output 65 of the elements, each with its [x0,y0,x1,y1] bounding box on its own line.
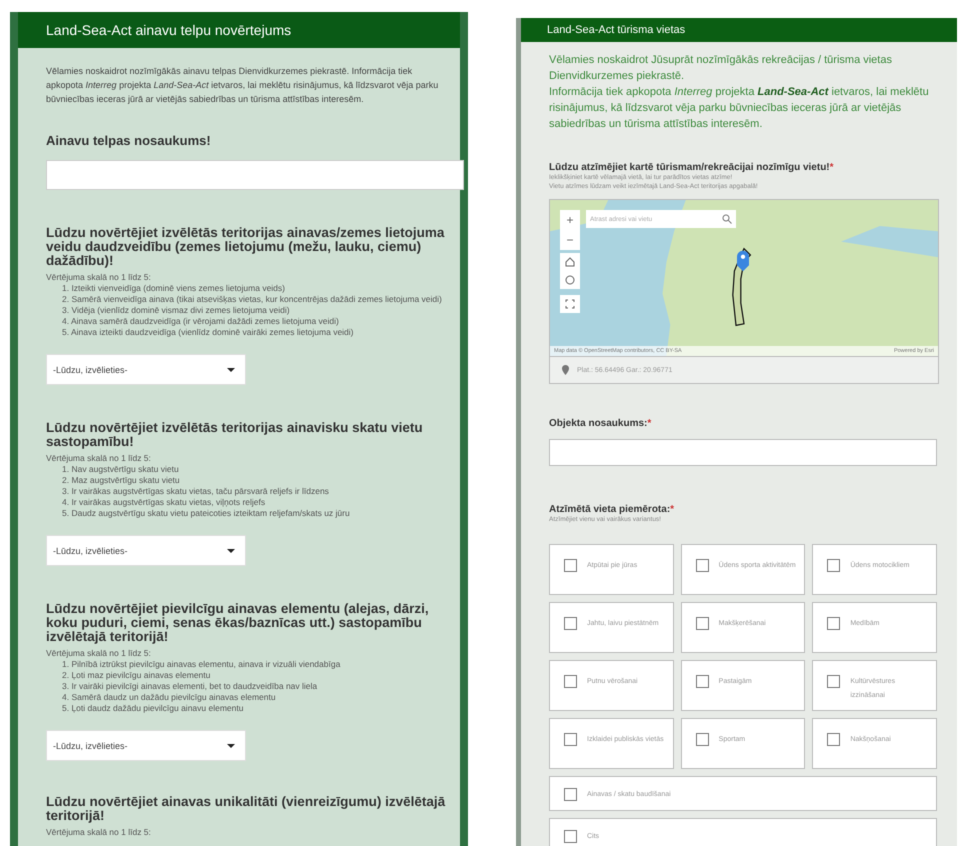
scale-label: Vērtējuma skalā no 1 līdz 5: [46,648,152,659]
fullscreen-button[interactable] [560,295,580,313]
checkbox[interactable] [564,733,577,746]
caret-icon [227,548,235,552]
caret-icon [227,368,235,372]
locate-icon [565,275,575,285]
question-title: Lūdzu atzīmējiet kartē tūrismam/rekreācijai nozīmīgu vietu!* [549,162,835,173]
scale-option: 4. Ainava samērā daudzveidīga (ir vērojami dažādi zemes lietojuma veidi) [46,316,450,327]
caret-icon [227,744,235,748]
scale-option: 3. Ir vairāki pievilcīgi ainavas elementi, bet to daudzveidība nav liela [46,681,450,692]
checkbox[interactable] [564,559,577,572]
scale-label: Vērtējuma skalā no 1 līdz 5: [46,272,152,283]
checkbox[interactable] [827,617,840,630]
scale-option: 4. Ir vairākas augstvērtīgas skatu vietas, viļņots reljefs [46,497,450,508]
dropdown[interactable]: -Lūdzu, izvēlieties- [46,535,246,566]
question-title: Ainavu telpas nosaukums! [46,134,212,148]
scale-option: 3. Vidēja (vienlīdz dominē vismaz divi zemes lietojuma veidi) [46,305,450,316]
checkbox[interactable] [827,733,840,746]
checkbox[interactable] [564,830,577,843]
scale-option: 5. Daudz augstvērtīgu skatu vietu pateicoties izteiktam reljefam/skats uz jūru [46,508,450,519]
home-icon [565,257,575,267]
dropdown[interactable]: -Lūdzu, izvēlieties- [46,730,246,761]
scale-option: 2. Maz augstvērtīgu skatu vietu [46,475,450,486]
dropdown[interactable]: -Lūdzu, izvēlieties- [46,354,246,385]
input-field[interactable] [549,439,937,466]
checkbox[interactable] [564,617,577,630]
scale-option: 1. Izteikti vienveidīga (dominē viens zemes lietojuma veids) [46,283,450,294]
scale-option: 3. Ir vairākas augstvērtīgas skatu vietas, taču pārsvarā reljefs ir līdzens [46,486,450,497]
scale-label: Vērtējuma skalā no 1 līdz 5: [46,827,152,838]
scale-option: 5. Ļoti daudz dažādu pievilcīgu ainavu elementu [46,703,450,714]
question-title: Lūdzu novērtējiet ainavas unikalitāti (vienreizīgumu) izvēlētajā teritorijā! [46,795,446,823]
form-header: Land-Sea-Act ainavu telpu novērtejums [18,12,460,48]
map-pin-icon [737,250,749,272]
scale-option: 2. Samērā vienveidīga ainava (tikai atsevišķas vietas, kur koncentrējas dažādi zemes lietojuma veidi) [46,294,450,305]
fullscreen-icon [565,299,575,309]
question-title: Lūdzu novērtējiet izvēlētās teritorijas ainavas/zemes lietojuma veidu daudzveidību (zemes lietojumu (mežu, lauku, ciemu) dažādību)! [46,226,446,268]
scale-option: 1. Nav augstvērtīgu skatu vietu [46,464,450,475]
intro-text: Informācija tiek apkopota Interreg projekta Land-Sea-Act ietvaros, lai meklētu risinājumus, kā līdzsvarot vēja parku būvniecības ieceras jūrā ar vietējās sabiedrības un tūrisma attīstības interesēm. [549,85,930,132]
input-field[interactable] [46,160,464,190]
intro-text: Vēlamies noskaidrot nozīmīgākās ainavu telpas Dienvidkurzemes piekrastē. Informācija tiek apkopota Interreg projekta Land-Sea-Act ietvaros, lai meklētu risinājumus, kā līdzsvarot vēja parku būvniecības ieceras jūrā ar vietējās sabiedrības un tūrisma attīstības interesēm. [46,65,440,106]
zoom-in-button[interactable]: + [560,210,580,230]
home-button[interactable] [560,253,580,271]
search-icon [722,214,732,224]
checkbox[interactable] [696,617,709,630]
location-pin-icon [562,365,569,375]
scale-option: 1. Pilnībā iztrūkst pievilcīgu ainavas elementu, ainava ir vizuāli viendabīga [46,659,450,670]
checkbox[interactable] [827,675,840,688]
checkbox[interactable] [564,675,577,688]
question-title: Lūdzu novērtējiet izvēlētās teritorijas ainavisku skatu vietu sastopamību! [46,421,424,449]
intro-text: Vēlamies noskaidrot Jūsuprāt nozīmīgākās rekreācijas / tūrisma vietas Dienvidkurzemes piekrastē. [549,53,893,84]
question-title: Lūdzu novērtējiet pievilcīgu ainavas elementu (alejas, dārzi, koku puduri, ciemi, senas ēkas/baznīcas utt.) sastopamību izvēlētajā teritorijā! [46,602,430,644]
checkbox[interactable] [564,788,577,801]
zoom-out-button[interactable]: − [560,230,580,250]
question-title: Atzīmētā vieta piemērota:* [549,504,676,515]
scale-option: 2. Ļoti maz pievilcīgu ainavas elementu [46,670,450,681]
scale-option: 4. Samērā daudz un dažādu pievilcīgu ainavas elementu [46,692,450,703]
scale-label: Vērtējuma skalā no 1 līdz 5: [46,453,152,464]
checkbox[interactable] [696,675,709,688]
scale-option: 5. Ainava izteikti daudzveidīga (vienlīdz dominē vairāki zemes lietojuma veidi) [46,327,450,338]
checkbox[interactable] [827,559,840,572]
question-title: Objekta nosaukums:* [549,418,652,429]
locate-button[interactable] [560,271,580,289]
form-header: Land-Sea-Act tūrisma vietas [521,18,957,42]
checkbox[interactable] [696,733,709,746]
checkbox[interactable] [696,559,709,572]
